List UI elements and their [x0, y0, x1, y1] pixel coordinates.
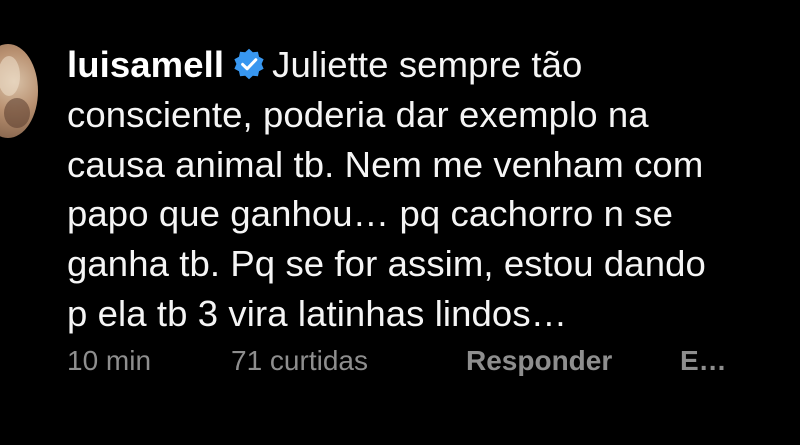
comment-body: luisamell Juliette sempre tão consciente… [67, 40, 787, 339]
comment: luisamell Juliette sempre tão consciente… [0, 0, 800, 445]
comment-line-1: Juliette sempre tão [272, 44, 583, 85]
username[interactable]: luisamell [67, 44, 224, 85]
comment-line-6: p ela tb 3 vira latinhas lindos… [67, 292, 568, 334]
comment-time: 10 min [67, 345, 152, 376]
comment-line-3: causa animal tb. Nem me venham com [67, 143, 704, 185]
verified-badge-icon [234, 48, 264, 80]
reply-button[interactable]: Responder [466, 341, 612, 381]
comment-line-2: consciente, poderia dar exemplo na [67, 93, 649, 135]
avatar[interactable] [0, 44, 38, 138]
comment-line-5: ganha tb. Pq se for assim, estou dando [67, 243, 706, 285]
more-button[interactable]: E… [680, 341, 727, 381]
comment-line-4: papo que ganhou… pq cachorro n se [67, 193, 673, 235]
likes-count[interactable]: 71 curtidas [231, 341, 368, 381]
avatar-shadow [4, 98, 30, 128]
avatar-highlight [0, 56, 20, 96]
